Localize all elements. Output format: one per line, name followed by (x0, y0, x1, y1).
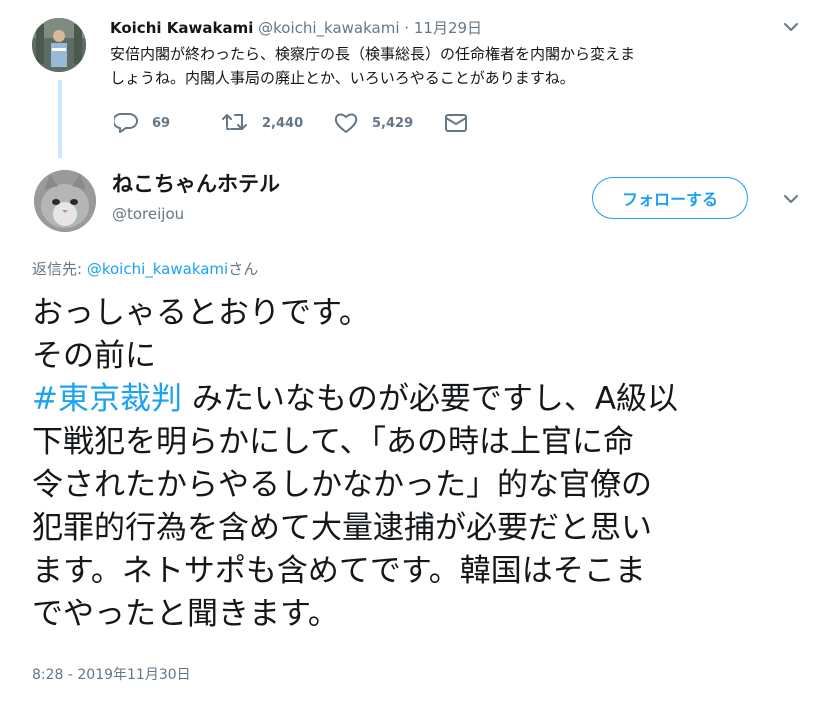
reply-author-name[interactable]: Koichi Kawakami (110, 19, 253, 37)
tweet-body-line: おっしゃるとおりです。 (32, 295, 370, 331)
replying-to-prefix: 返信先: (32, 260, 87, 278)
author-handle[interactable]: @toreijou (112, 204, 184, 224)
dm-icon (445, 114, 467, 132)
like-action[interactable]: 5,429 (334, 112, 413, 134)
tweet-body-line: #東京裁判 みたいなものが必要ですし、A級以 (32, 378, 802, 421)
reply-tweet-text-line: しょうね。内閣人事局の廃止とか、いろいろやることがありますね。 (110, 69, 575, 87)
tweet-body-line: 下戦犯を明らかにして、「あの時は上官に命 (32, 424, 635, 460)
follow-button[interactable]: フォローする (592, 177, 748, 219)
reply-tweet-text-line: 安倍内閣が終わったら、検察庁の長（検事総長）の任命権者を内閣から変えま (110, 45, 636, 63)
replying-to-mention[interactable]: @koichi_kawakami (87, 260, 228, 278)
replying-to-suffix: さん (228, 260, 259, 278)
retweet-count: 2,440 (262, 115, 304, 131)
author-name[interactable]: ねこちゃんホテル (112, 170, 280, 198)
thread-connector-line (58, 80, 62, 158)
tweet-timestamp[interactable]: 8:28 - 2019年11月30日 (32, 664, 191, 684)
retweet-icon (222, 114, 247, 130)
author-avatar[interactable] (34, 170, 96, 232)
tweet-body-line: ます。ネトサポも含めてです。韓国はそこま (32, 553, 646, 589)
tweet-body-line: でやったと聞きます。 (32, 596, 339, 632)
dm-action[interactable] (444, 112, 482, 134)
chevron-down-icon[interactable] (782, 190, 800, 208)
tweet-body-line: 令されたからやるしかなかった」的な官僚の (32, 467, 652, 503)
reply-count: 69 (152, 115, 171, 131)
replying-to: 返信先: @koichi_kawakamiさん (32, 258, 258, 280)
reply-author-avatar[interactable] (32, 18, 86, 72)
reply-author-handle[interactable]: @koichi_kawakami (258, 19, 399, 37)
retweet-action[interactable]: 2,440 (222, 112, 303, 134)
like-icon (334, 113, 358, 133)
header-separator: · (404, 19, 410, 37)
tweet-body-text: みたいなものが必要ですし、A級以 (181, 381, 679, 417)
like-count: 5,429 (372, 115, 414, 131)
tweet-body-line: その前に (32, 338, 156, 374)
reply-icon (114, 112, 138, 133)
reply-tweet-header: Koichi Kawakami @koichi_kawakami · 11月29… (110, 18, 482, 38)
tweet-body-line: 犯罪的行為を含めて大量逮捕が必要だと思い (32, 510, 652, 546)
chevron-down-icon[interactable] (782, 18, 800, 36)
reply-action[interactable]: 69 (114, 112, 170, 134)
reply-tweet-text: 安倍内閣が終わったら、検察庁の長（検事総長）の任命権者を内閣から変えま しょうね… (110, 42, 790, 90)
tweet-body: おっしゃるとおりです。 その前に #東京裁判 みたいなものが必要ですし、A級以 … (32, 292, 802, 636)
hashtag-link[interactable]: #東京裁判 (32, 381, 182, 417)
reply-tweet-date[interactable]: 11月29日 (414, 19, 482, 37)
